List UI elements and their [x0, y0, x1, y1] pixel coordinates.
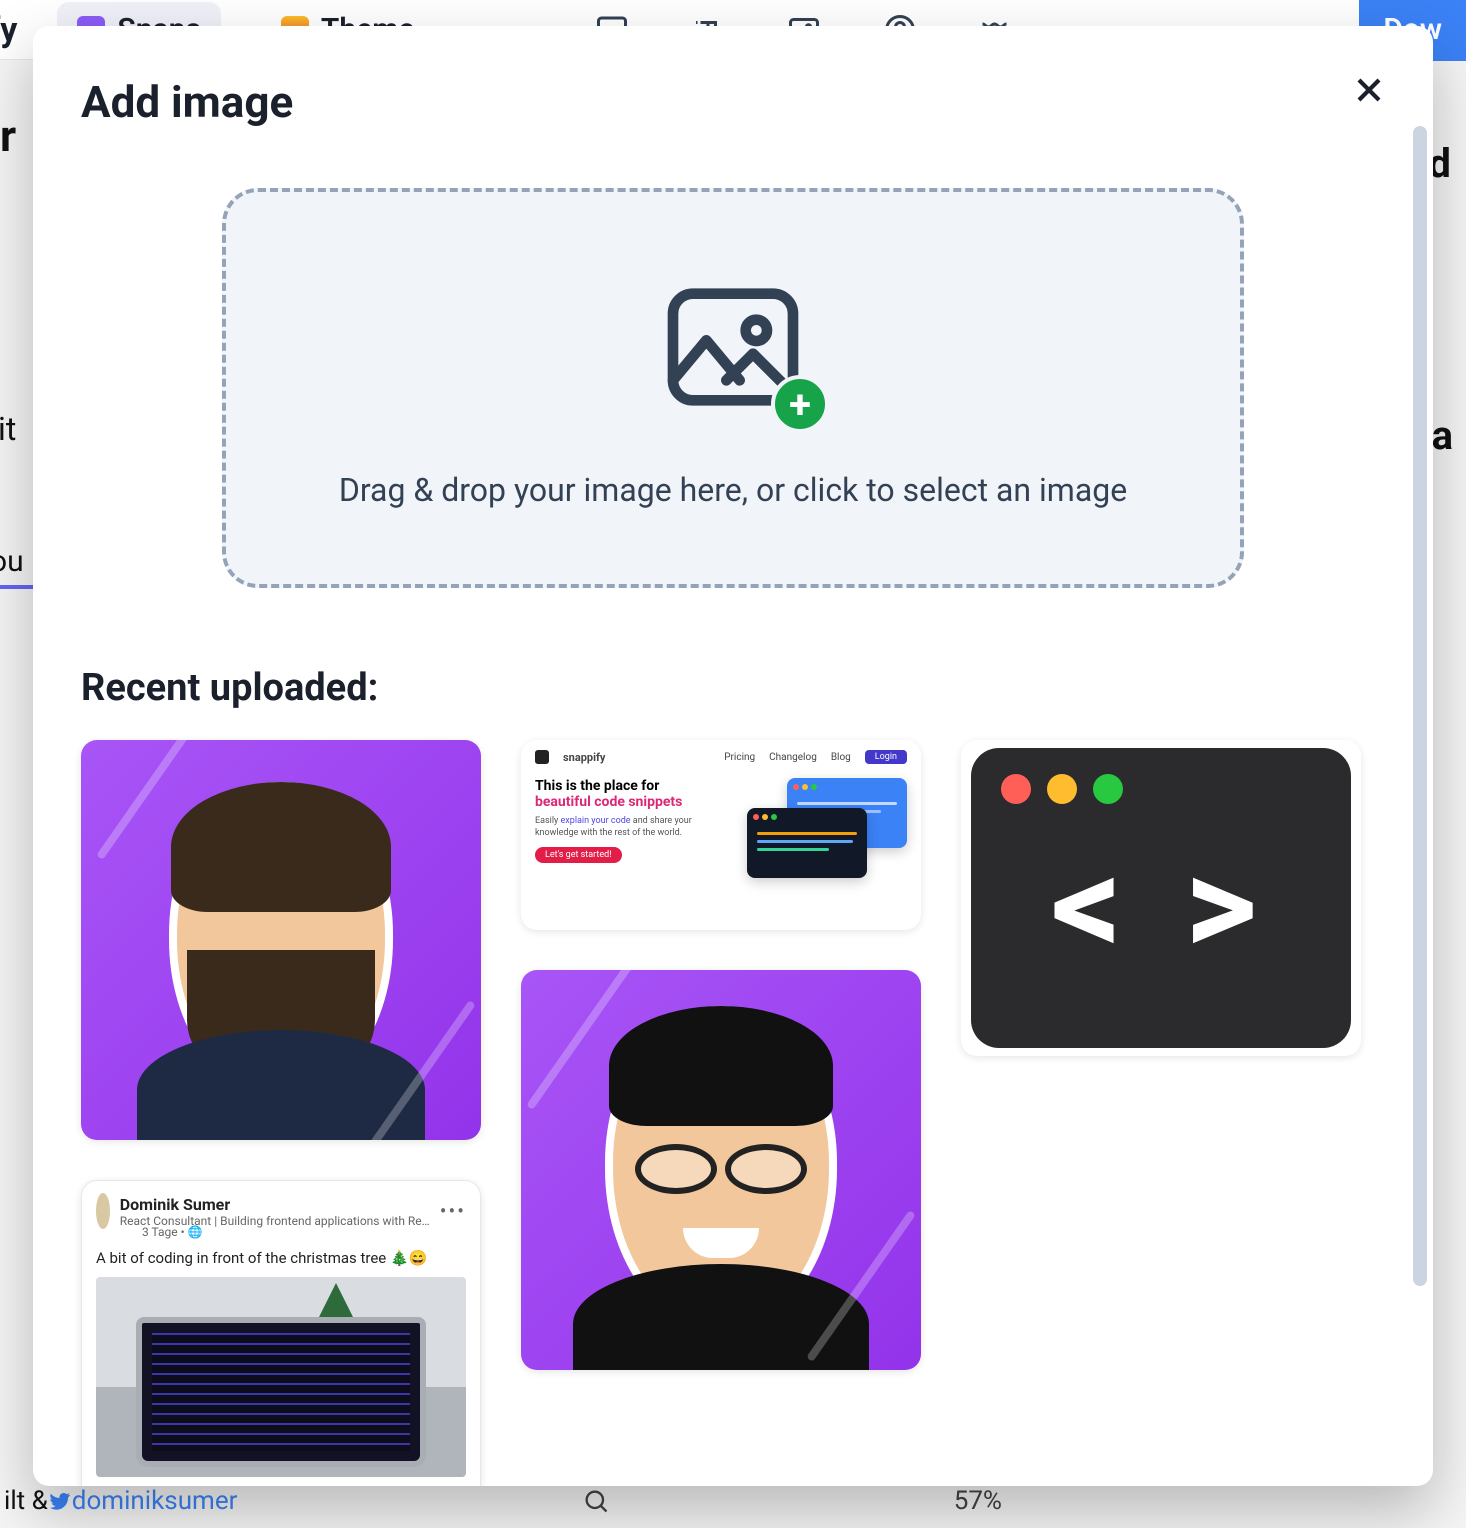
recent-image-landing-page[interactable]: snappify Pricing Changelog Blog Login Th…	[521, 740, 921, 930]
landing-h1a: This is the place for	[535, 778, 735, 794]
post-photo	[96, 1277, 466, 1477]
landing-logo-icon	[535, 750, 549, 764]
scrollbar-thumb[interactable]	[1413, 126, 1427, 1286]
landing-card-dark	[747, 808, 867, 878]
landing-nav-login: Login	[865, 750, 907, 764]
image-dropzone[interactable]: + Drag & drop your image here, or click …	[222, 188, 1244, 588]
add-plus-icon: +	[771, 375, 829, 433]
post-more-icon: •••	[440, 1199, 466, 1223]
add-image-modal: Add image + Drag & drop your image here,…	[33, 26, 1433, 1486]
dropzone-text: Drag & drop your image here, or click to…	[339, 471, 1127, 509]
modal-overlay: Add image + Drag & drop your image here,…	[0, 0, 1466, 1528]
modal-scrollbar[interactable]	[1413, 126, 1427, 1456]
traffic-lights-icon	[1001, 774, 1321, 804]
landing-nav-pricing: Pricing	[724, 752, 755, 763]
recent-uploads-grid: Dominik Sumer React Consultant | Buildin…	[81, 740, 1385, 1486]
code-angle-brackets: < >	[1001, 824, 1321, 988]
recent-image-social-post[interactable]: Dominik Sumer React Consultant | Buildin…	[81, 1180, 481, 1486]
close-icon	[1349, 70, 1389, 110]
landing-paragraph: Easily explain your code and share your …	[535, 816, 735, 839]
recent-image-code-window[interactable]: < >	[961, 740, 1361, 1056]
landing-h1b: beautiful code snippets	[535, 794, 735, 810]
post-avatar-icon	[96, 1193, 110, 1229]
landing-nav-changelog: Changelog	[769, 752, 817, 763]
recent-image-avatar-glasses[interactable]	[521, 970, 921, 1370]
recent-image-avatar-bearded[interactable]	[81, 740, 481, 1140]
post-author-name: Dominik Sumer	[120, 1195, 430, 1214]
post-body: A bit of coding in front of the christma…	[96, 1249, 466, 1267]
landing-brand: snappify	[563, 751, 605, 764]
dropzone-image-icon: +	[643, 267, 823, 427]
landing-nav-blog: Blog	[831, 752, 851, 763]
landing-cta: Let's get started!	[535, 847, 622, 863]
modal-title: Add image	[81, 76, 1385, 128]
close-button[interactable]	[1349, 70, 1389, 110]
recent-uploaded-title: Recent uploaded:	[81, 666, 1385, 710]
